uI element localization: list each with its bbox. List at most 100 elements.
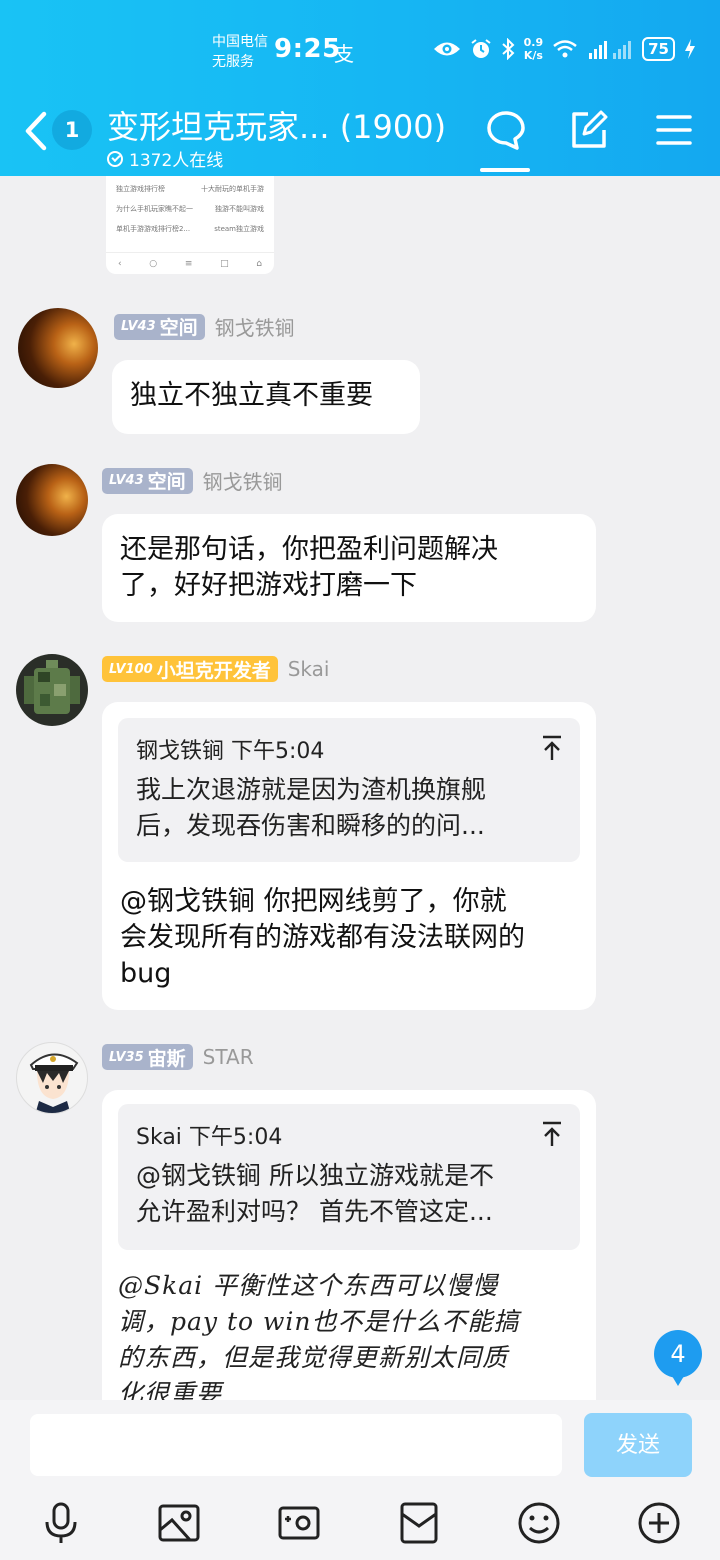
new-message-badge[interactable]: 4 [654, 1330, 702, 1386]
carrier-name: 中国电信 [212, 34, 268, 50]
member-title: 空间 [147, 471, 186, 493]
avatar[interactable] [18, 308, 98, 388]
message-text: 独立不独立真不重要 [130, 380, 373, 411]
plus-icon[interactable] [636, 1500, 682, 1546]
input-bar: 发送 [0, 1400, 720, 1560]
alarm-icon [471, 39, 491, 58]
net-speed-value: 0.9 [523, 36, 544, 49]
status-bar: 中国电信 无服务 9:25 支 0.9 K/s 75 [0, 30, 720, 74]
image-nav-icons: ‹ ○ ≡ □ ⌂ [118, 259, 262, 269]
image-row: 独立游戏排行榜 十大耐玩的单机手游 [116, 184, 264, 194]
search-icon: ○ [149, 259, 158, 269]
net-speed: 0.9 K/s [524, 36, 544, 62]
quote-body: @钢戈铁锏 所以独立游戏就是不 允许盈利对吗？ 首先不管这定... [136, 1158, 494, 1230]
message-text-line: @钢戈铁锏 你把网线剪了，你就 [120, 886, 507, 917]
message-input[interactable] [30, 1414, 562, 1476]
member-title: 小坦克开发者 [156, 659, 271, 682]
back-icon[interactable] [20, 106, 54, 156]
menu-icon[interactable] [652, 108, 696, 152]
message-text-line: 的东西，但是我觉得更新别太同质 [118, 1343, 509, 1372]
menu-icon: ≡ [184, 259, 193, 269]
jump-to-quote-icon[interactable] [540, 734, 564, 762]
message-text: @Skai 平衡性这个东西可以慢慢 调，pay to win也不是什么不能搞 的… [118, 1268, 520, 1412]
unread-count-badge[interactable]: 1 [52, 110, 92, 150]
level-badge: LV43 空间 [102, 467, 193, 494]
eye-icon [433, 42, 460, 56]
message-bubble[interactable]: 钢戈铁锏 下午5:04 我上次退游就是因为渣机换旗舰 后，发现吞伤害和瞬移的的问… [102, 702, 596, 1010]
message-meta: LV43 空间 钢戈铁锏 [102, 466, 283, 495]
message-meta: LV43 空间 钢戈铁锏 [114, 312, 295, 341]
status-icons: 0.9 K/s 75 [433, 36, 696, 62]
sender-name[interactable]: 钢戈铁锏 [215, 312, 295, 341]
quote-line: 允许盈利对吗？ 首先不管这定... [136, 1197, 493, 1226]
quote-line: 我上次退游就是因为渣机换旗舰 [136, 775, 487, 804]
message-text-line: 了，好好把游戏打磨一下 [120, 570, 417, 601]
home-icon: ⌂ [256, 259, 262, 269]
online-status: 1372人在线 [107, 146, 223, 171]
quote-header: Skai 下午5:04 [136, 1120, 282, 1156]
image-row: 单机手游游戏排行榜2... steam独立游戏 [116, 224, 264, 234]
sender-name[interactable]: Skai [288, 657, 330, 681]
quote-author: Skai [136, 1125, 182, 1150]
member-title: 空间 [159, 317, 198, 339]
back-icon: ‹ [118, 259, 122, 269]
signal-icon [589, 41, 632, 59]
net-speed-unit: K/s [523, 49, 543, 62]
send-button[interactable]: 发送 [584, 1413, 692, 1477]
image-cell: 单机手游游戏排行榜2... [116, 225, 191, 233]
message-text-line: 调，pay to win也不是什么不能搞 [118, 1307, 520, 1336]
quote-line: @钢戈铁锏 所以独立游戏就是不 [136, 1161, 494, 1190]
tabs-icon: □ [220, 259, 229, 269]
online-check-icon [107, 150, 123, 167]
level-value: LV100 [109, 661, 153, 677]
level-badge: LV100 小坦克开发者 [102, 656, 278, 682]
online-count: 1372人在线 [129, 151, 224, 171]
member-title: 宙斯 [147, 1047, 186, 1070]
image-cell: steam独立游戏 [214, 225, 264, 233]
battery-level: 75 [642, 37, 675, 61]
image-cell: 十大耐玩的单机手游 [201, 185, 264, 193]
image-cell: 独游不能叫游戏 [215, 205, 264, 213]
level-badge: LV35 宙斯 [102, 1044, 193, 1070]
group-title[interactable]: 变形坦克玩家... (1900) [107, 102, 446, 148]
carrier-status: 无服务 [212, 54, 254, 70]
message-bubble[interactable]: 还是那句话，你把盈利问题解决 了，好好把游戏打磨一下 [102, 514, 596, 622]
edit-icon[interactable] [566, 108, 610, 152]
camera-icon[interactable] [276, 1500, 322, 1546]
quoted-message[interactable]: Skai 下午5:04 @钢戈铁锏 所以独立游戏就是不 允许盈利对吗？ 首先不管… [118, 1104, 580, 1250]
jump-to-quote-icon[interactable] [540, 1120, 564, 1148]
quote-body: 我上次退游就是因为渣机换旗舰 后，发现吞伤害和瞬移的的问... [136, 772, 486, 844]
chat-icon[interactable] [484, 108, 528, 152]
quote-line: 后，发现吞伤害和瞬移的的问... [136, 811, 485, 840]
image-divider [106, 252, 274, 253]
clock: 9:25 [274, 34, 341, 64]
anime-captain-icon [29, 1053, 79, 1113]
image-row: 为什么手机玩家瞧不起一 独游不能叫游戏 [116, 204, 264, 214]
message-text-line: bug [120, 958, 172, 989]
top-header: 中国电信 无服务 9:25 支 0.9 K/s 75 1 变形坦克玩家... (… [0, 0, 720, 176]
quoted-message[interactable]: 钢戈铁锏 下午5:04 我上次退游就是因为渣机换旗舰 后，发现吞伤害和瞬移的的问… [118, 718, 580, 862]
message-bubble[interactable]: 独立不独立真不重要 [112, 360, 420, 434]
nav-bar: 1 变形坦克玩家... (1900) 1372人在线 [0, 100, 720, 172]
avatar[interactable] [16, 464, 88, 536]
charging-icon [685, 39, 695, 59]
alipay-icon: 支 [334, 42, 354, 66]
image-icon[interactable] [156, 1500, 202, 1546]
image-cell: 为什么手机玩家瞧不起一 [116, 205, 193, 213]
sender-name[interactable]: STAR [203, 1045, 254, 1069]
avatar[interactable] [16, 654, 88, 726]
voice-icon[interactable] [38, 1500, 84, 1546]
quote-author: 钢戈铁锏 [136, 739, 225, 764]
message-meta: LV35 宙斯 STAR [102, 1044, 254, 1070]
message-text: @钢戈铁锏 你把网线剪了，你就 会发现所有的游戏都有没法联网的 bug [120, 884, 525, 992]
image-cell: 独立游戏排行榜 [116, 185, 165, 193]
sender-name[interactable]: 钢戈铁锏 [203, 466, 283, 495]
quote-time: 下午5:04 [231, 739, 325, 764]
message-bubble[interactable]: Skai 下午5:04 @钢戈铁锏 所以独立游戏就是不 允许盈利对吗？ 首先不管… [102, 1090, 596, 1410]
red-packet-icon[interactable] [396, 1500, 442, 1546]
avatar[interactable] [16, 1042, 88, 1114]
image-message[interactable]: 独立游戏排行榜 十大耐玩的单机手游 为什么手机玩家瞧不起一 独游不能叫游戏 单机… [106, 176, 274, 274]
emoji-icon[interactable] [516, 1500, 562, 1546]
message-text-line: 会发现所有的游戏都有没法联网的 [120, 922, 525, 953]
level-value: LV43 [121, 319, 156, 334]
